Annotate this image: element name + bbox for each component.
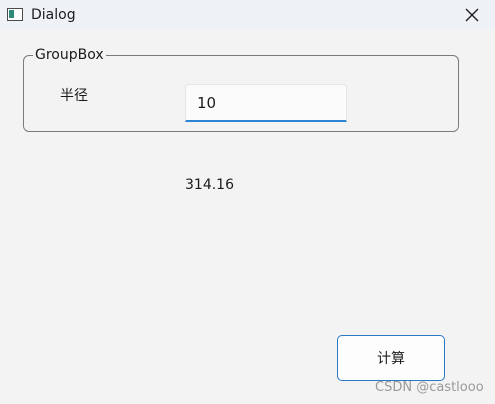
radius-input[interactable]: 10 xyxy=(185,84,347,122)
result-value: 314.16 xyxy=(185,177,234,193)
window-title: Dialog xyxy=(31,7,76,23)
groupbox-title: GroupBox xyxy=(33,47,106,63)
title-bar: Dialog xyxy=(0,0,495,30)
compute-button[interactable]: 计算 xyxy=(337,335,445,381)
watermark-text: CSDN @castlooo xyxy=(375,380,484,395)
close-button[interactable] xyxy=(449,0,495,30)
radius-label: 半径 xyxy=(60,88,88,104)
window-app-icon xyxy=(7,8,23,21)
close-icon xyxy=(465,8,479,22)
